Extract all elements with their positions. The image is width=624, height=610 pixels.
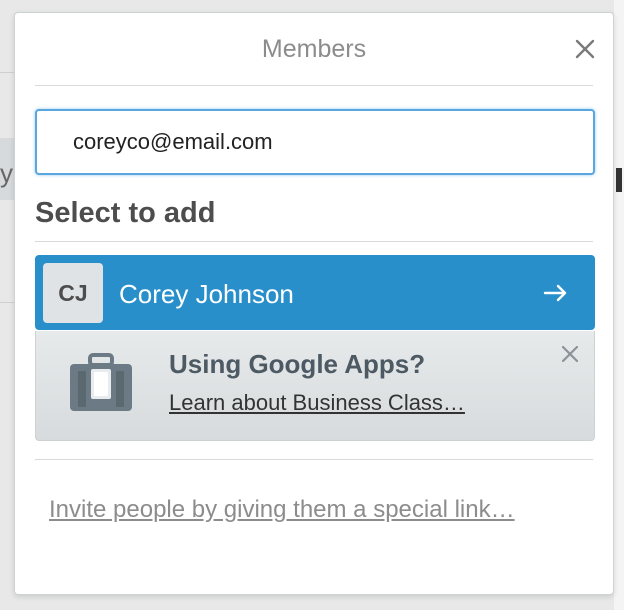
members-popover: Members Select to add CJ Corey Johnson U… <box>14 12 614 595</box>
select-to-add-heading: Select to add <box>35 197 216 229</box>
section-divider <box>35 241 593 242</box>
member-name: Corey Johnson <box>119 279 294 309</box>
close-icon <box>575 39 595 59</box>
promo-title: Using Google Apps? <box>169 349 426 379</box>
background-divider <box>0 72 14 73</box>
business-class-link[interactable]: Learn about Business Class… <box>169 390 465 416</box>
invite-link[interactable]: Invite people by giving them a special l… <box>49 491 569 529</box>
arrow-right-icon <box>543 284 567 302</box>
close-icon[interactable] <box>560 344 580 364</box>
google-apps-promo: Using Google Apps? Learn about Business … <box>35 331 595 441</box>
footer-divider <box>35 459 593 460</box>
background-mark <box>616 168 622 192</box>
header-divider <box>35 85 593 86</box>
popover-header: Members <box>15 13 613 85</box>
close-button[interactable] <box>571 35 599 63</box>
member-search-input[interactable] <box>35 109 595 175</box>
background-divider <box>0 302 14 303</box>
briefcase-icon <box>70 353 132 411</box>
avatar: CJ <box>43 263 103 323</box>
background-text-fragment: y <box>0 158 13 188</box>
member-result-item[interactable]: CJ Corey Johnson <box>35 255 595 330</box>
popover-title: Members <box>261 35 367 63</box>
background-panel-edge <box>614 0 624 610</box>
